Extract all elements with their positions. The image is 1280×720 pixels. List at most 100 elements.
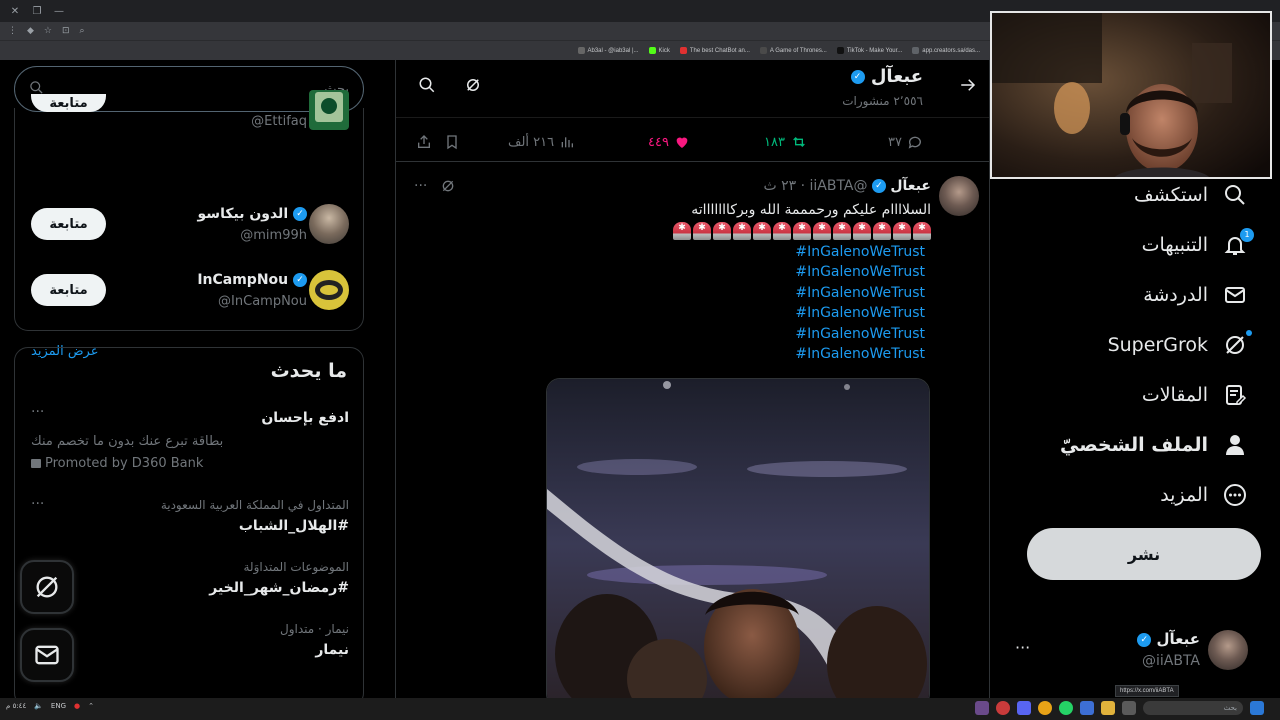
- app-icon[interactable]: [996, 701, 1010, 715]
- hashtag-link[interactable]: #InGalenoWeTrust: [795, 285, 925, 301]
- install-icon[interactable]: ⊡: [62, 26, 70, 36]
- follow-button[interactable]: متابعة: [31, 274, 106, 306]
- previous-post-actions: ٢١٦ ألف ٤٤٩ ١٨٣ ٣٧: [396, 128, 989, 162]
- taskbar-search[interactable]: بحث: [1143, 701, 1243, 715]
- trend-name: #الهلال_الشباب: [238, 518, 349, 534]
- back-arrow-icon[interactable]: [959, 76, 977, 99]
- store-icon[interactable]: [1122, 701, 1136, 715]
- app-icon[interactable]: [975, 701, 989, 715]
- post-author-handle[interactable]: @iiABTA: [809, 178, 867, 194]
- folder-icon[interactable]: [1101, 701, 1115, 715]
- bookmark[interactable]: A Game of Thrones...: [759, 47, 827, 54]
- follow-suggestion[interactable]: متابعة InCampNou ✓ @InCampNou: [15, 270, 365, 334]
- reply-count[interactable]: ٣٧: [888, 134, 923, 150]
- nav-articles[interactable]: المقالات: [1142, 382, 1248, 408]
- nav-chat[interactable]: الدردشة: [1143, 282, 1248, 308]
- volume-icon[interactable]: 🔈: [34, 702, 43, 710]
- more-options-icon[interactable]: ···: [31, 496, 44, 512]
- follow-handle: @InCampNou: [218, 294, 307, 309]
- separator-dot: ·: [800, 178, 806, 194]
- grok-icon[interactable]: [440, 178, 456, 198]
- verified-badge-icon: ✓: [850, 70, 865, 84]
- siren-emoji: ✱: [793, 222, 811, 240]
- hashtag-link[interactable]: #InGalenoWeTrust: [795, 346, 925, 362]
- app-icon[interactable]: [1080, 701, 1094, 715]
- microphone-icon[interactable]: ●: [74, 702, 80, 710]
- discord-icon[interactable]: [1017, 701, 1031, 715]
- like-count[interactable]: ٤٤٩: [648, 134, 690, 150]
- menu-icon[interactable]: ⋮: [8, 26, 17, 36]
- hashtag-link[interactable]: #InGalenoWeTrust: [795, 244, 925, 260]
- avatar[interactable]: [309, 270, 349, 310]
- chrome-icon[interactable]: [1038, 701, 1052, 715]
- avatar[interactable]: [309, 204, 349, 244]
- bookmark[interactable]: Ab3al - @iab3al |...: [577, 47, 639, 54]
- bookmark[interactable]: app.creators.sa/das...: [912, 47, 980, 54]
- messages-float-button[interactable]: [20, 628, 74, 682]
- profile-name: عبعآل ✓: [850, 66, 923, 87]
- siren-emoji: ✱: [773, 222, 791, 240]
- main-timeline: عبعآل ✓ ٢٬٥٥٦ منشورات ٢١٦ ألف ٤٤٩ ١٨٣ ٣٧…: [395, 60, 990, 698]
- follow-suggestion[interactable]: متابعة @Ettifaq: [15, 90, 365, 154]
- post[interactable]: عبعآل ✓ @iiABTA · ٢٣ ث ··· السلاااام علي…: [396, 166, 989, 698]
- verified-badge-icon: ✓: [871, 179, 886, 193]
- nav-profile[interactable]: الملف الشخصيّ: [1060, 432, 1248, 458]
- repost-count[interactable]: ١٨٣: [764, 134, 808, 150]
- nav-more[interactable]: المزيد: [1160, 482, 1248, 508]
- post-time[interactable]: ٢٣ ث: [763, 178, 796, 194]
- trend-item[interactable]: المتداول في المملكة العربية السعودية #ال…: [15, 496, 365, 548]
- tray-chevron-icon[interactable]: ⌃: [88, 702, 94, 710]
- search-icon[interactable]: [418, 76, 436, 99]
- clock[interactable]: ٥:٤٤ م: [6, 702, 26, 710]
- star-icon[interactable]: ☆: [44, 26, 52, 36]
- bookmark[interactable]: Kick: [648, 47, 670, 54]
- follow-name: InCampNou ✓: [197, 272, 307, 288]
- nav-label: المقالات: [1141, 384, 1208, 406]
- windows-start-icon[interactable]: [1250, 701, 1264, 715]
- account-switcher[interactable]: عبعآل ✓ @iiABTA ···: [993, 622, 1280, 678]
- promoted-label: Promoted by D360 Bank: [31, 456, 203, 471]
- restore-window-icon[interactable]: ❐: [30, 6, 44, 17]
- follow-suggestion[interactable]: متابعة ✓ الدون بيكاسو @mim99h: [15, 204, 365, 268]
- nav-explore[interactable]: استكشف: [1134, 182, 1248, 208]
- mail-icon: [35, 645, 59, 665]
- extension-icon[interactable]: ◆: [27, 26, 34, 36]
- close-window-icon[interactable]: ✕: [8, 6, 22, 17]
- siren-emoji: ✱: [873, 222, 891, 240]
- siren-emoji: ✱: [893, 222, 911, 240]
- more-options-icon[interactable]: ···: [31, 404, 44, 420]
- bookmark-icon[interactable]: [444, 134, 460, 150]
- taskbar: ٥:٤٤ م 🔈 ENG ● ⌃ بحث: [0, 698, 1280, 720]
- nav-supergrok[interactable]: SuperGrok: [1108, 330, 1252, 358]
- zoom-icon[interactable]: ⌕: [80, 26, 85, 36]
- trend-meta: نيمار · متداول: [280, 622, 349, 636]
- language-indicator[interactable]: ENG: [51, 702, 66, 710]
- whatsapp-icon[interactable]: [1059, 701, 1073, 715]
- post-image[interactable]: [546, 378, 930, 698]
- avatar[interactable]: [309, 90, 349, 130]
- avatar[interactable]: [939, 176, 979, 216]
- hashtag-link[interactable]: #InGalenoWeTrust: [795, 326, 925, 342]
- grok-icon[interactable]: [464, 76, 482, 99]
- follow-button[interactable]: متابعة: [31, 94, 106, 112]
- hashtag-link[interactable]: #InGalenoWeTrust: [795, 264, 925, 280]
- nav-notifications[interactable]: 1 التنبيهات: [1141, 228, 1254, 258]
- bookmark[interactable]: The best ChatBot an...: [679, 47, 750, 54]
- minimize-window-icon[interactable]: —: [52, 6, 66, 17]
- trend-meta: المتداول في المملكة العربية السعودية: [160, 498, 349, 512]
- profile-header: عبعآل ✓ ٢٬٥٥٦ منشورات: [396, 60, 989, 118]
- nav-label: التنبيهات: [1141, 234, 1208, 256]
- post-author-name[interactable]: عبعآل: [890, 178, 931, 194]
- hashtag-link[interactable]: #InGalenoWeTrust: [795, 305, 925, 321]
- post-button[interactable]: نشر: [1027, 528, 1261, 580]
- share-icon[interactable]: [416, 134, 432, 150]
- views-count[interactable]: ٢١٦ ألف: [508, 134, 575, 150]
- bookmark[interactable]: TikTok - Make Your...: [836, 47, 902, 54]
- trend-item-promoted[interactable]: ادفع بإحسان ··· بطاقة تبرع عنك بدون ما ت…: [15, 404, 365, 480]
- grok-float-button[interactable]: [20, 560, 74, 614]
- person-icon: [1222, 432, 1248, 458]
- follow-handle: @Ettifaq: [251, 114, 307, 129]
- more-options-icon[interactable]: ···: [414, 178, 427, 194]
- follow-button[interactable]: متابعة: [31, 208, 106, 240]
- more-options-icon[interactable]: ···: [1015, 638, 1030, 657]
